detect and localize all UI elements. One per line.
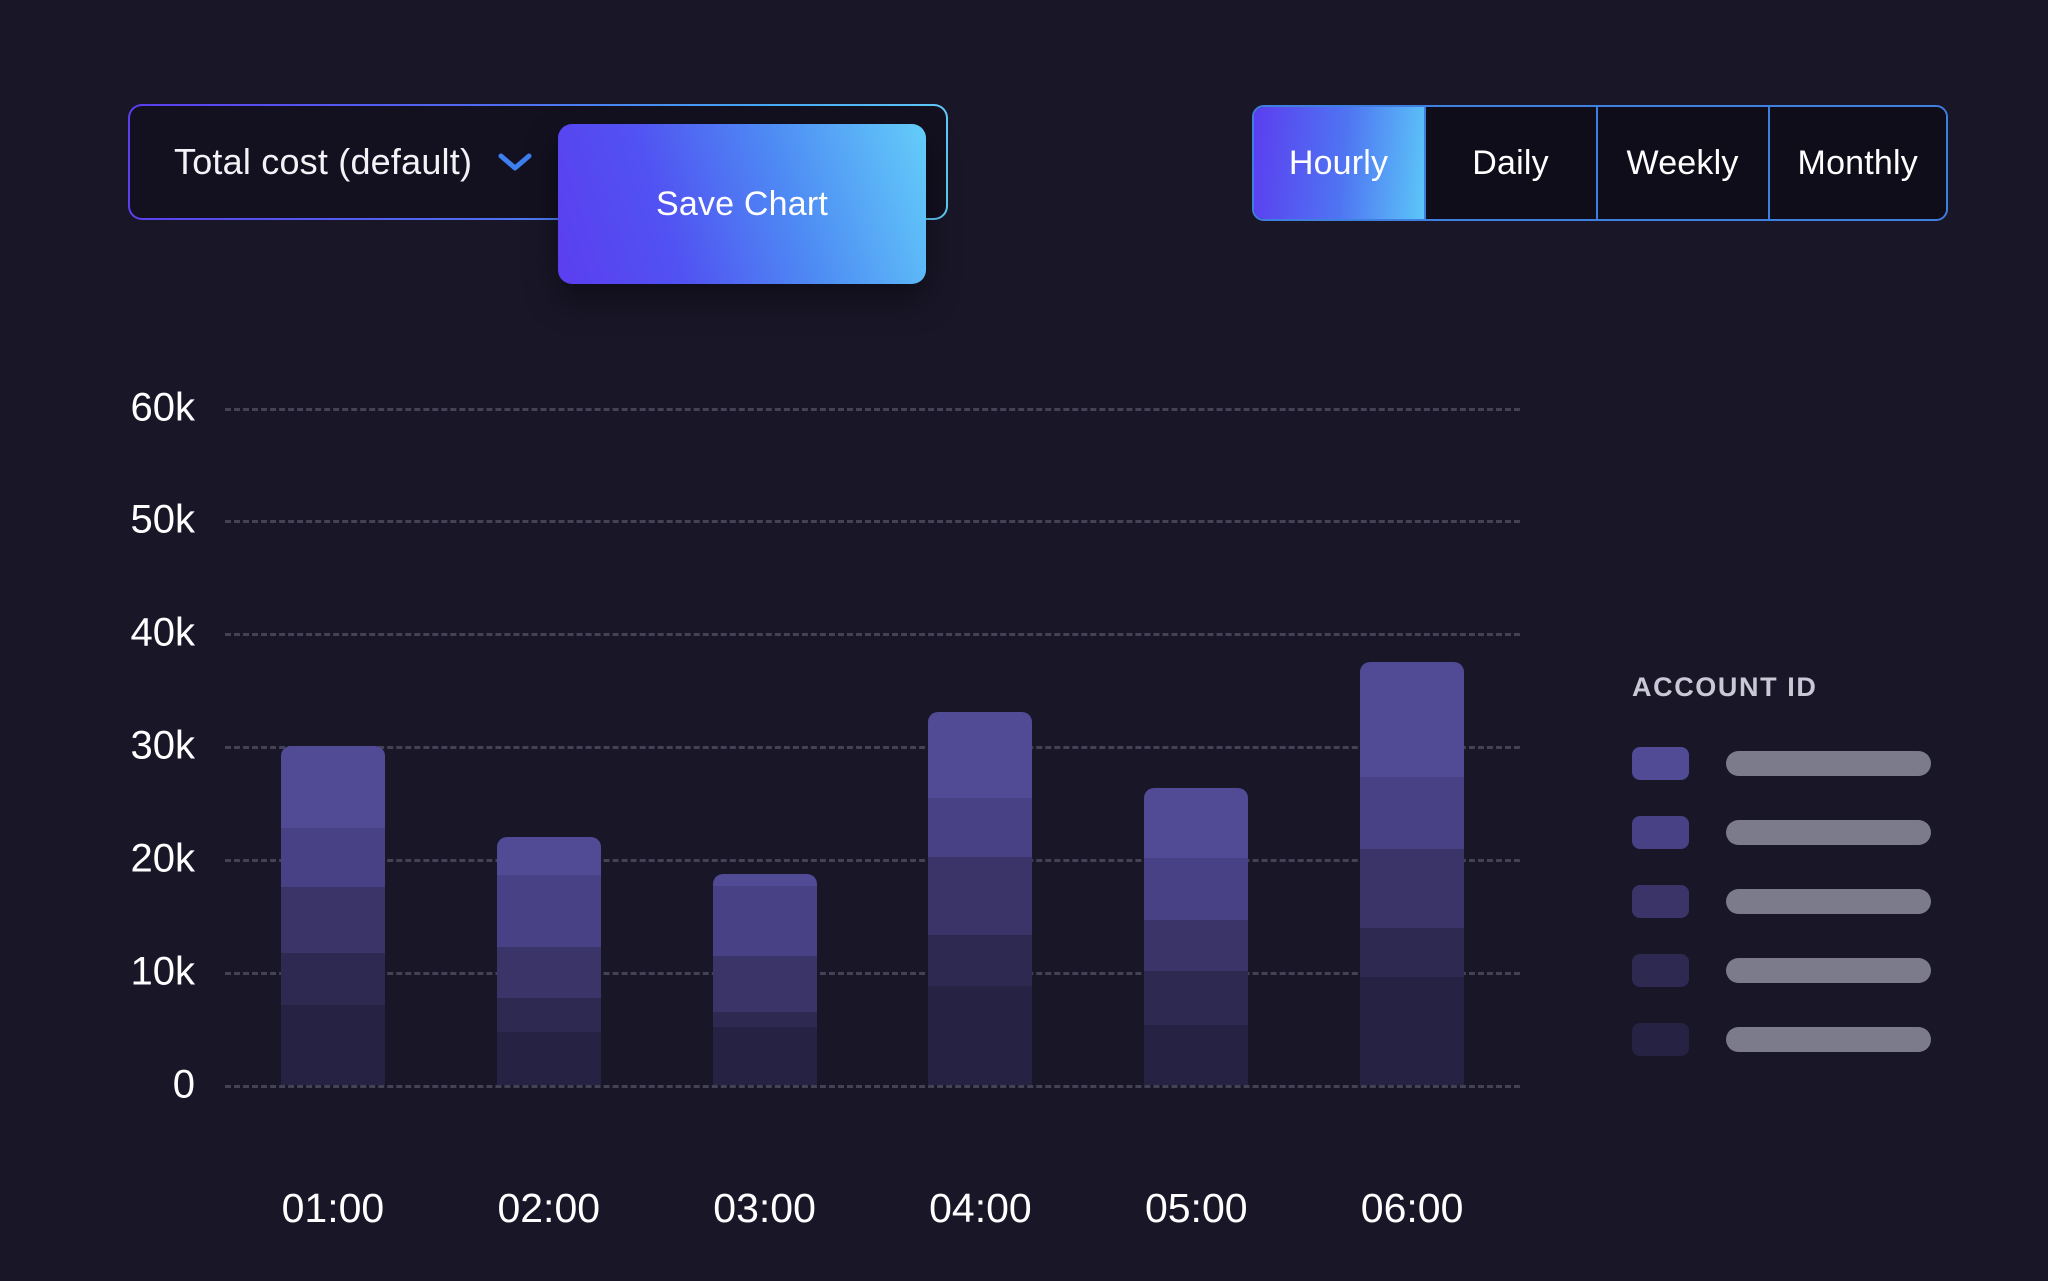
- granularity-toggle-group: Hourly Daily Weekly Monthly: [1251, 105, 1948, 221]
- y-axis-tick-label: 20k: [130, 836, 196, 881]
- bar-segment[interactable]: [1144, 1025, 1249, 1085]
- bar-segment[interactable]: [280, 746, 385, 828]
- bar-segment[interactable]: [928, 934, 1033, 986]
- legend-item-label-placeholder: [1726, 1027, 1931, 1052]
- bar-0100[interactable]: [280, 746, 385, 1085]
- bar-segment[interactable]: [712, 886, 817, 957]
- bar-segment[interactable]: [280, 887, 385, 953]
- save-chart-button[interactable]: Save Chart: [558, 124, 926, 284]
- bar-0500[interactable]: [1144, 788, 1249, 1085]
- bar-segment[interactable]: [1360, 661, 1465, 777]
- bar-segment[interactable]: [496, 1031, 601, 1085]
- bar-segment[interactable]: [1144, 788, 1249, 859]
- dashboard-root: Total cost (default) Save Chart Hourly D…: [0, 0, 2048, 1281]
- granularity-option-hourly[interactable]: Hourly: [1253, 107, 1426, 219]
- legend: ACCOUNT ID: [1632, 672, 1962, 1092]
- y-axis-tick-label: 10k: [130, 949, 196, 994]
- bar-segment[interactable]: [928, 856, 1033, 935]
- bar-segment[interactable]: [1144, 920, 1249, 971]
- bar-segment[interactable]: [1360, 776, 1465, 850]
- plot-region: 0 10k 20k 30k 40k 50k 60k 01:00 02:00 03:00 04:00…: [131, 385, 1520, 1231]
- granularity-option-weekly[interactable]: Weekly: [1597, 107, 1770, 219]
- x-axis-tick-label: 06:00: [1360, 1185, 1464, 1231]
- legend-item[interactable]: [1632, 885, 1962, 918]
- chevron-down-icon[interactable]: [498, 152, 532, 172]
- legend-swatch: [1632, 747, 1689, 780]
- y-axis-tick-label: 0: [172, 1062, 195, 1107]
- bar-0300[interactable]: [712, 873, 817, 1085]
- bar-segment[interactable]: [1144, 858, 1249, 921]
- bar-segment[interactable]: [496, 836, 601, 876]
- x-axis-tick-label: 01:00: [281, 1185, 385, 1231]
- legend-items: [1632, 747, 1962, 1056]
- bar-segment[interactable]: [496, 947, 601, 999]
- y-axis-tick-label: 40k: [130, 610, 196, 655]
- bar-segment[interactable]: [1144, 970, 1249, 1026]
- bar-0400[interactable]: [928, 712, 1033, 1085]
- legend-item-label-placeholder: [1726, 889, 1931, 914]
- bar-segment[interactable]: [712, 1027, 817, 1085]
- granularity-option-monthly[interactable]: Monthly: [1769, 107, 1946, 219]
- bar-0200[interactable]: [496, 836, 601, 1085]
- legend-item-label-placeholder: [1726, 751, 1931, 776]
- bar-segment[interactable]: [712, 873, 817, 887]
- y-axis-tick-label: 30k: [130, 723, 196, 768]
- legend-swatch: [1632, 1023, 1689, 1056]
- gridline: [225, 1085, 1520, 1088]
- legend-swatch: [1632, 816, 1689, 849]
- legend-title: ACCOUNT ID: [1632, 672, 1818, 702]
- chart-toolbar: Total cost (default) Save Chart Hourly D…: [0, 0, 2048, 300]
- metric-selector-value: Total cost (default): [174, 141, 473, 182]
- bar-segment[interactable]: [1360, 849, 1465, 929]
- legend-item-label-placeholder: [1726, 958, 1931, 983]
- x-axis-tick-label: 05:00: [1144, 1185, 1248, 1231]
- legend-item-label-placeholder: [1726, 820, 1931, 845]
- bar-0600[interactable]: [1360, 661, 1465, 1085]
- bar-segment[interactable]: [928, 798, 1033, 857]
- bar-segment[interactable]: [928, 712, 1033, 799]
- bar-segment[interactable]: [1360, 928, 1465, 977]
- y-axis-tick-label: 50k: [130, 497, 196, 542]
- x-axis-tick-label: 02:00: [497, 1185, 601, 1231]
- bar-segment[interactable]: [1360, 976, 1465, 1085]
- y-axis-tick-label: 60k: [130, 385, 196, 430]
- x-axis-tick-label: 04:00: [929, 1185, 1032, 1231]
- bar-segment[interactable]: [712, 1011, 817, 1028]
- legend-swatch: [1632, 885, 1689, 918]
- bar-segment[interactable]: [280, 827, 385, 888]
- granularity-option-daily[interactable]: Daily: [1425, 107, 1598, 219]
- bar-segment[interactable]: [496, 998, 601, 1032]
- x-axis-tick-label: 03:00: [713, 1185, 816, 1231]
- bar-segment[interactable]: [712, 956, 817, 1012]
- bar-segment[interactable]: [928, 985, 1033, 1085]
- legend-swatch: [1632, 954, 1689, 987]
- bar-segment[interactable]: [496, 875, 601, 948]
- legend-item[interactable]: [1632, 954, 1962, 987]
- legend-item[interactable]: [1632, 747, 1962, 780]
- legend-item[interactable]: [1632, 1023, 1962, 1056]
- bar-segment[interactable]: [280, 952, 385, 1005]
- bar-series: [225, 385, 1520, 1085]
- bar-segment[interactable]: [280, 1004, 385, 1085]
- legend-item[interactable]: [1632, 816, 1962, 849]
